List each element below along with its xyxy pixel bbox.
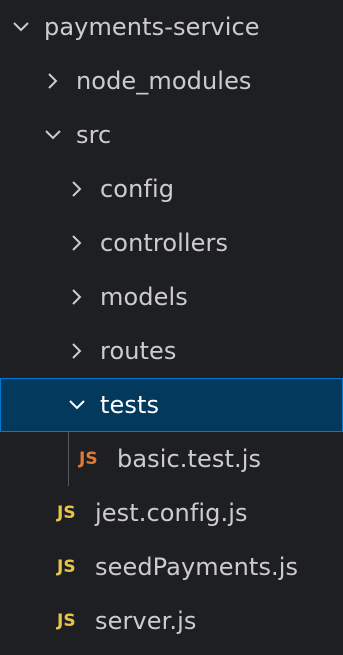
chevron-down-icon[interactable] [10, 16, 32, 38]
tree-item-seed-payments-js[interactable]: JS seedPayments.js [0, 540, 343, 594]
tree-item-config[interactable]: config [0, 162, 343, 216]
tree-item-src[interactable]: src [0, 108, 343, 162]
chevron-right-icon[interactable] [66, 178, 88, 200]
tree-item-jest-config-js[interactable]: JS jest.config.js [0, 486, 343, 540]
chevron-right-icon[interactable] [66, 286, 88, 308]
tree-item-label: seedPayments.js [95, 553, 299, 581]
tree-item-label: tests [100, 391, 160, 419]
chevron-right-icon[interactable] [42, 70, 64, 92]
tree-item-node-modules[interactable]: node_modules [0, 54, 343, 108]
tree-item-label: controllers [100, 229, 229, 257]
tree-item-tests[interactable]: tests [0, 378, 343, 432]
tree-item-label: jest.config.js [95, 499, 248, 527]
javascript-file-icon: JS [57, 557, 76, 577]
tree-item-label: src [76, 121, 112, 149]
tree-item-payments-service[interactable]: payments-service [0, 0, 343, 54]
file-tree: payments-service node_modules src config [0, 0, 343, 648]
tree-item-server-js[interactable]: JS server.js [0, 594, 343, 648]
javascript-file-icon: JS [57, 611, 76, 631]
tree-item-label: basic.test.js [117, 445, 262, 473]
tree-item-label: node_modules [76, 67, 252, 95]
javascript-file-icon: JS [57, 503, 76, 523]
tree-item-routes[interactable]: routes [0, 324, 343, 378]
indent-guide [68, 432, 69, 486]
tree-item-models[interactable]: models [0, 270, 343, 324]
chevron-right-icon[interactable] [66, 232, 88, 254]
tree-item-label: payments-service [44, 13, 260, 41]
tree-item-label: config [100, 175, 175, 203]
chevron-right-icon[interactable] [66, 340, 88, 362]
chevron-down-icon[interactable] [42, 124, 64, 146]
chevron-down-icon[interactable] [66, 394, 88, 416]
file-explorer: payments-service node_modules src config [0, 0, 343, 655]
tree-item-basic-test-js[interactable]: JS basic.test.js [0, 432, 343, 486]
tree-item-label: server.js [95, 607, 197, 635]
tree-item-label: models [100, 283, 188, 311]
javascript-file-icon: JS [79, 449, 98, 469]
tree-item-label: routes [100, 337, 177, 365]
tree-item-controllers[interactable]: controllers [0, 216, 343, 270]
